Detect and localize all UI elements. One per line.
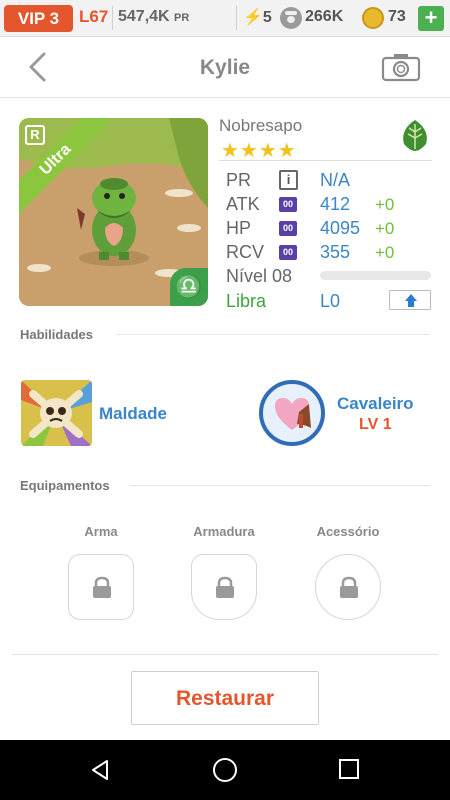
pr-value: N/A	[320, 170, 351, 190]
atk-bonus: +0	[375, 195, 395, 214]
accessory-slot[interactable]	[315, 554, 381, 620]
rarity-letter: R	[25, 125, 45, 145]
pr-label: PR	[226, 170, 252, 190]
abilities-title: Habilidades	[20, 327, 93, 342]
rcv-bonus: +0	[375, 243, 395, 262]
system-navigation-bar	[0, 740, 450, 800]
lightning-icon: ⚡	[243, 9, 263, 26]
divider	[130, 485, 430, 486]
lock-icon	[340, 576, 358, 598]
lock-icon	[216, 576, 234, 598]
zodiac-libra-icon: ♎	[170, 268, 208, 306]
divider	[12, 654, 438, 655]
equipment-slot-label: Armadura	[193, 524, 255, 539]
power-amount: 547,4K	[118, 8, 170, 25]
heart-icon	[275, 398, 311, 430]
info-button[interactable]: i	[279, 170, 298, 190]
paw-value: 266K	[305, 8, 344, 25]
divider	[116, 334, 430, 335]
weapon-slot[interactable]	[68, 554, 134, 620]
paw-icon	[280, 7, 302, 29]
armor-slot[interactable]	[191, 554, 257, 620]
zodiac-sign-label: Libra	[226, 291, 267, 311]
vip-badge[interactable]: VIP 3	[4, 5, 73, 32]
atk-value: 412	[320, 194, 351, 214]
ability-name: Maldade	[99, 404, 168, 423]
rcv-value: 355	[320, 242, 351, 262]
skull-icon[interactable]	[21, 380, 92, 446]
divider	[236, 6, 237, 30]
camera-button[interactable]	[381, 52, 421, 82]
status-bar: VIP 3 L67 547,4K PR ⚡5 266K 73 +	[0, 0, 450, 37]
creature-portrait[interactable]: R Ultra ♎	[19, 118, 208, 306]
species-name: Nobresapo	[219, 116, 303, 135]
zodiac-level: L0	[320, 291, 341, 311]
level-label: Nível 08	[226, 266, 293, 286]
energy-counter: ⚡5	[243, 7, 272, 27]
player-level: L67	[79, 7, 109, 26]
nav-home-icon[interactable]	[213, 758, 237, 782]
restore-button[interactable]: Restaurar	[131, 671, 319, 725]
energy-value: 5	[262, 9, 272, 26]
camera-icon	[381, 54, 421, 82]
nav-back-icon[interactable]	[88, 758, 112, 782]
ability-level: LV 1	[359, 416, 392, 433]
divider	[112, 6, 113, 30]
hp-tag: 00	[279, 221, 297, 236]
heart-shield-icon[interactable]	[259, 380, 325, 446]
hp-value: 4095	[320, 218, 361, 238]
nav-recent-icon[interactable]	[339, 759, 359, 779]
equipment-slot-label: Acessório	[316, 524, 380, 539]
power-value: 547,4K PR	[118, 8, 189, 26]
add-currency-button[interactable]: +	[418, 6, 444, 31]
rcv-tag: 00	[279, 245, 297, 260]
ability-name: Cavaleiro	[337, 394, 414, 413]
xp-progress-bar	[320, 271, 431, 280]
upgrade-button[interactable]	[389, 290, 431, 310]
power-unit: PR	[174, 12, 190, 24]
lock-icon	[93, 576, 111, 598]
divider	[219, 160, 432, 161]
coin-value: 73	[388, 8, 406, 25]
hp-bonus: +0	[375, 219, 395, 238]
leaf-icon	[403, 120, 427, 151]
rcv-label: RCV	[226, 242, 265, 262]
equipment-title: Equipamentos	[20, 478, 110, 493]
hp-label: HP	[226, 218, 252, 238]
coin-icon	[362, 7, 384, 29]
header: Kylie	[0, 38, 450, 98]
equipment-slot-label: Arma	[84, 524, 118, 539]
atk-label: ATK	[226, 194, 260, 214]
atk-tag: 00	[279, 197, 297, 212]
